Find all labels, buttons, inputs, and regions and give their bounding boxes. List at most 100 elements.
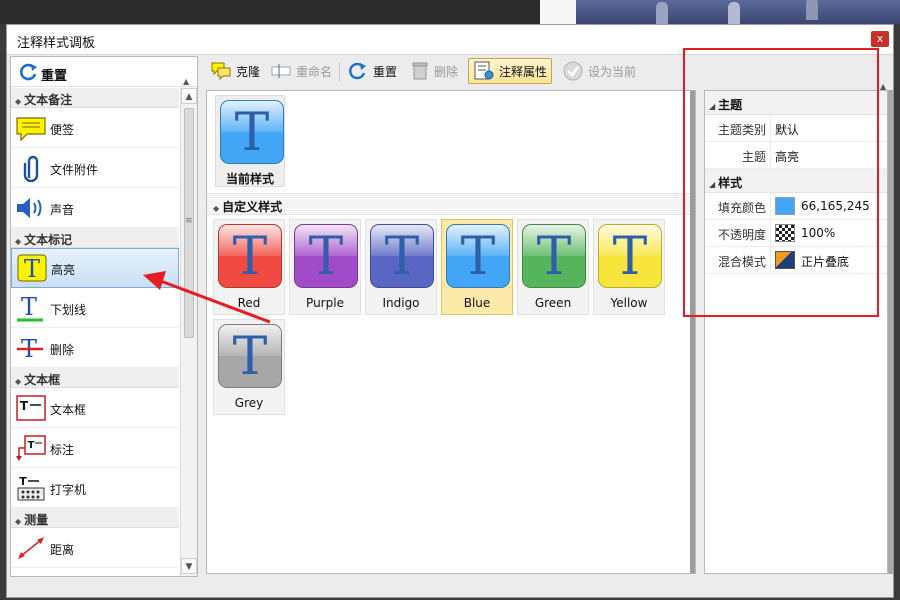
property-key: 主题 [705, 142, 771, 168]
tool-callout[interactable]: T 标注 [11, 428, 179, 468]
group-text-markup: ◆ 文本标记 [11, 228, 179, 248]
tool-highlight[interactable]: T 高亮 [11, 248, 179, 288]
delete-button[interactable]: 删除 [406, 58, 462, 84]
group-label: 文本标记 [24, 233, 73, 247]
tool-label: 声音 [50, 203, 75, 217]
sticky-note-icon [16, 117, 46, 142]
typewriter-icon: T [17, 475, 45, 501]
property-value[interactable]: 正片叠底 [801, 253, 849, 270]
delete-label: 删除 [434, 64, 459, 79]
style-name: Red [237, 296, 261, 310]
property-row-blend-mode[interactable]: 混合模式 正片叠底 [705, 247, 887, 274]
tool-textbox[interactable]: T 文本框 [11, 388, 179, 428]
group-label: 文本框 [24, 373, 61, 387]
clone-button[interactable]: 克隆 [206, 58, 264, 84]
style-name: Indigo [382, 296, 420, 310]
svg-text:T: T [21, 294, 37, 321]
collapse-triangle-icon: ◢ [709, 180, 716, 189]
property-row-theme[interactable]: 主题 高亮 [705, 142, 887, 169]
svg-text:T: T [28, 440, 35, 451]
left-panel-header: 重置 ▲ [11, 57, 197, 87]
rename-icon [271, 64, 291, 78]
distance-icon [18, 537, 44, 559]
grey-t-icon: T [218, 324, 282, 388]
reset-button[interactable]: 重置 [343, 58, 401, 84]
set-current-button[interactable]: 设为当前 [558, 58, 640, 84]
tool-sticky-note[interactable]: 便签 [11, 108, 179, 148]
red-t-icon: T [218, 224, 282, 288]
window-title: 注释样式调板 [17, 36, 96, 51]
property-row-opacity[interactable]: 不透明度 100% [705, 220, 887, 247]
style-tile-yellow[interactable]: T Yellow [593, 219, 665, 315]
style-tile-indigo[interactable]: T Indigo [365, 219, 437, 315]
tool-label: 打字机 [50, 483, 87, 497]
diamond-icon: ◆ [15, 97, 22, 106]
style-tile-blue[interactable]: T Blue [441, 219, 513, 315]
scroll-down-icon[interactable]: ▼ [181, 558, 197, 574]
tool-distance[interactable]: 距离 [11, 528, 179, 568]
style-tile-green[interactable]: T Green [517, 219, 589, 315]
current-style-tile[interactable]: T 当前样式 [215, 95, 285, 187]
property-key: 主题类别 [705, 115, 771, 141]
color-swatch[interactable] [775, 197, 795, 215]
tool-strikeout[interactable]: T 删除 [11, 328, 179, 368]
style-name: Yellow [610, 296, 648, 310]
checkmark-icon [563, 61, 583, 81]
textbox-icon: T [16, 395, 46, 421]
style-name: Grey [234, 396, 264, 410]
style-tile-purple[interactable]: T Purple [289, 219, 361, 315]
blend-mode-icon [775, 251, 795, 269]
category-theme[interactable]: ◢ 主题 [705, 91, 887, 115]
style-tile-red[interactable]: T Red [213, 219, 285, 315]
background-document [540, 0, 576, 24]
tool-label: 便签 [50, 123, 75, 137]
property-value[interactable]: 100% [801, 226, 835, 240]
section-label: 自定义样式 [222, 200, 283, 214]
callout-icon: T [16, 435, 46, 461]
style-gallery: T 当前样式 ◆ 自定义样式 T Red T Purple T Indigo T … [206, 90, 696, 574]
purple-t-icon: T [294, 224, 358, 288]
style-toolbar: 克隆 重命名 重置 删除 注释属性 设为当前 [206, 56, 684, 86]
scroll-up-icon[interactable]: ▲ [181, 88, 197, 104]
paperclip-icon [23, 155, 39, 182]
property-row-theme-type[interactable]: 主题类别 默认 [705, 115, 887, 142]
property-grid-scrollbar[interactable] [888, 90, 893, 574]
gallery-scrollbar[interactable] [690, 91, 695, 573]
property-key: 填充颜色 [705, 193, 771, 219]
rename-label: 重命名 [296, 64, 333, 79]
group-label: 文本备注 [24, 93, 73, 107]
blue-t-icon: T [446, 224, 510, 288]
clone-label: 克隆 [236, 64, 261, 79]
green-t-icon: T [522, 224, 586, 288]
category-style[interactable]: ◢ 样式 [705, 169, 887, 193]
background-image [576, 0, 900, 24]
property-value[interactable]: 66,165,245 [801, 199, 870, 213]
rename-button[interactable]: 重命名 [266, 58, 336, 84]
diamond-icon: ◆ [15, 517, 22, 526]
tool-sound[interactable]: 声音 [11, 188, 179, 228]
annotation-properties-button[interactable]: 注释属性 [468, 58, 553, 84]
underline-icon: T [17, 294, 43, 322]
tool-typewriter[interactable]: T 打字机 [11, 468, 179, 508]
current-style-t-icon: T [220, 100, 284, 164]
collapse-caret-icon[interactable]: ▲ [183, 77, 189, 86]
property-row-fill-color[interactable]: 填充颜色 66,165,245 [705, 193, 887, 220]
tool-label: 高亮 [51, 263, 76, 277]
tool-file-attachment[interactable]: 文件附件 [11, 148, 179, 188]
property-value[interactable]: 默认 [775, 121, 799, 138]
property-grid: ◢ 主题 主题类别 默认 主题 高亮 ◢ 样式 填充颜色 66,165,245 不透… [704, 90, 888, 574]
left-reset-button[interactable]: 重置 [41, 65, 67, 84]
tool-underline[interactable]: T 下划线 [11, 288, 179, 328]
clone-icon [211, 62, 231, 81]
style-tile-grey[interactable]: T Grey [213, 319, 285, 415]
property-value[interactable]: 高亮 [775, 148, 799, 165]
scroll-grip-icon: ≡ [185, 216, 193, 226]
properties-icon [474, 61, 494, 80]
collapse-triangle-icon: ◢ [709, 102, 716, 111]
annotation-tool-panel: 重置 ▲ ◆ 文本备注 便签 文件附件 声音 ◆ 文本标记 T 高亮 T 下划线… [10, 56, 198, 577]
tool-list-scrollbar[interactable]: ▲ ≡ ▼ [180, 88, 197, 576]
refresh-icon [349, 62, 366, 80]
svg-text:T: T [24, 255, 40, 282]
close-button[interactable]: x [871, 31, 889, 47]
group-label: 测量 [24, 513, 49, 527]
